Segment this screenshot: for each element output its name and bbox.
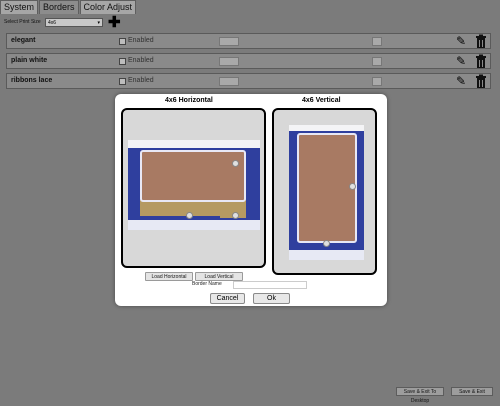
tab-color-adjust[interactable]: Color Adjust [79, 0, 137, 14]
resize-handle[interactable] [323, 240, 330, 247]
resize-handle[interactable] [232, 160, 239, 167]
edit-pencil-icon[interactable]: ✎ [453, 54, 469, 69]
chevron-down-icon: ▾ [97, 20, 100, 26]
save-exit-desktop-button[interactable]: Save & Exit To Desktop [396, 387, 444, 404]
slider-handle[interactable] [372, 77, 382, 86]
border-name: plain white [11, 57, 48, 64]
ok-button[interactable]: Ok [253, 293, 290, 304]
enabled-label: Enabled [128, 57, 154, 64]
slider-handle[interactable] [372, 37, 382, 46]
trash-icon[interactable] [473, 34, 489, 49]
resize-handle[interactable] [349, 183, 356, 190]
enabled-label: Enabled [128, 77, 154, 84]
horizontal-preview[interactable] [121, 108, 266, 268]
border-row: ribbons lace Enabled ✎ [6, 73, 491, 89]
border-row: plain white Enabled ✎ [6, 53, 491, 69]
enabled-checkbox[interactable] [119, 38, 126, 45]
edit-pencil-icon[interactable]: ✎ [453, 74, 469, 89]
border-name: ribbons lace [11, 77, 53, 84]
border-editor-dialog: 4x6 Horizontal 4x6 Vertical Load Horizon… [115, 94, 387, 306]
tab-bar: System Borders Color Adjust [0, 0, 137, 14]
trash-icon[interactable] [473, 54, 489, 69]
slider-handle[interactable] [219, 57, 239, 66]
enabled-label: Enabled [128, 37, 154, 44]
tab-system[interactable]: System [0, 0, 39, 14]
border-name-label: Border Name [192, 281, 222, 287]
slider-handle[interactable] [219, 77, 239, 86]
horizontal-border-image [128, 140, 260, 230]
border-name: elegant [11, 37, 36, 44]
save-exit-button[interactable]: Save & Exit [451, 387, 493, 396]
horizontal-title: 4x6 Horizontal [165, 97, 213, 104]
print-size-label: Select Print Size [4, 19, 41, 25]
trash-icon[interactable] [473, 74, 489, 89]
load-horizontal-button[interactable]: Load Horizontal [145, 272, 193, 281]
add-border-button[interactable]: ✚ [108, 15, 121, 30]
border-name-input[interactable] [233, 281, 307, 289]
edit-pencil-icon[interactable]: ✎ [453, 34, 469, 49]
print-size-value: 4x6 [48, 20, 57, 26]
slider-handle[interactable] [219, 37, 239, 46]
resize-handle[interactable] [232, 212, 239, 219]
enabled-checkbox[interactable] [119, 78, 126, 85]
vertical-border-image [289, 125, 364, 260]
cancel-button[interactable]: Cancel [210, 293, 245, 304]
print-size-select[interactable]: 4x6 ▾ [45, 18, 103, 27]
resize-handle[interactable] [186, 212, 193, 219]
borders-toolbar: Select Print Size 4x6 ▾ ✚ [0, 15, 500, 32]
slider-handle[interactable] [372, 57, 382, 66]
border-row: elegant Enabled ✎ [6, 33, 491, 49]
vertical-preview[interactable] [272, 108, 377, 275]
tab-borders[interactable]: Borders [39, 0, 79, 14]
load-vertical-button[interactable]: Load Vertical [195, 272, 243, 281]
vertical-title: 4x6 Vertical [302, 97, 341, 104]
enabled-checkbox[interactable] [119, 58, 126, 65]
